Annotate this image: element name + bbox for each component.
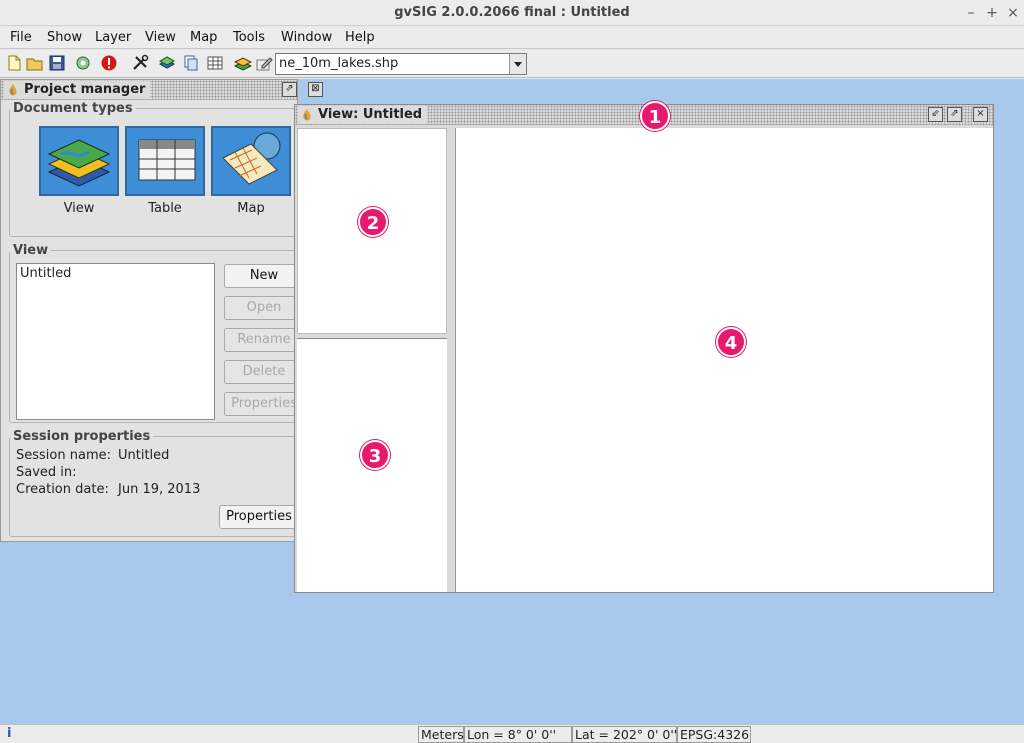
new-project-icon[interactable] (5, 54, 23, 72)
table-doc-icon (138, 139, 196, 181)
new-button[interactable]: New (224, 264, 304, 288)
doc-type-map[interactable] (211, 126, 291, 196)
layers-icon[interactable] (234, 54, 252, 72)
toolbar: ne_10m_lakes.shp (0, 50, 1024, 78)
saved-in-label: Saved in: (16, 465, 77, 480)
project-manager-title-group: Project manager (4, 81, 151, 99)
restore-icon[interactable]: ⇙ (928, 107, 943, 122)
menu-file[interactable]: File (10, 30, 32, 45)
menu-layer[interactable]: Layer (95, 30, 131, 45)
list-item[interactable]: Untitled (20, 266, 211, 281)
project-manager-title: Project manager (24, 82, 146, 97)
session-properties-legend: Session properties (13, 429, 151, 444)
minimize-button[interactable]: – (962, 4, 980, 22)
map-doc-icon (222, 132, 281, 185)
maximize-button[interactable]: + (983, 4, 1001, 22)
view-properties-button[interactable]: Properties (224, 392, 304, 416)
project-manager-close-button[interactable]: ⊠ (308, 82, 323, 97)
marker-1: 1 (640, 101, 670, 131)
creation-date-label: Creation date: (16, 482, 109, 497)
close-button[interactable]: × (1004, 4, 1022, 22)
latitude-status: Lat = 202° 0' 0'' (572, 726, 677, 743)
map-canvas[interactable] (455, 128, 993, 592)
project-manager-titlebar[interactable]: Project manager ⇗ × (1, 80, 297, 100)
add-layer-icon[interactable] (158, 54, 176, 72)
doc-type-table[interactable] (125, 126, 205, 196)
edit-icon[interactable] (255, 54, 273, 72)
open-button[interactable]: Open (224, 296, 304, 320)
session-name-value: Untitled (118, 448, 170, 463)
tools-icon[interactable] (131, 54, 149, 72)
session-name-label: Session name: (16, 448, 111, 463)
maximize-icon[interactable]: ⇗ (947, 107, 962, 122)
view-list[interactable]: Untitled (16, 263, 215, 420)
layer-select-value: ne_10m_lakes.shp (279, 56, 399, 71)
settings-icon[interactable] (74, 54, 92, 72)
view-window-title: View: Untitled (318, 107, 423, 122)
longitude-status: Lon = 8° 0' 0'' (464, 726, 572, 743)
crs-status: EPSG:4326 (677, 726, 751, 743)
statusbar: i Meters Lon = 8° 0' 0'' Lat = 202° 0' 0… (0, 724, 1024, 743)
error-icon[interactable] (100, 54, 118, 72)
view-window-title-group: View: Untitled (298, 106, 428, 124)
units-status: Meters (418, 726, 464, 743)
creation-date-value: Jun 19, 2013 (118, 482, 201, 497)
menu-help[interactable]: Help (345, 30, 375, 45)
menubar: File Show Layer View Map Tools Window He… (0, 27, 1024, 49)
view-legend: View (13, 243, 49, 258)
copy-icon[interactable] (182, 54, 200, 72)
marker-2: 2 (358, 207, 388, 237)
view-window: View: Untitled ⇙ ⇗ × (294, 104, 994, 593)
project-manager-window: Project manager ⇗ × ⊠ Document types Vie… (0, 79, 323, 542)
maximize-icon[interactable]: ⇗ (282, 82, 297, 97)
close-icon[interactable]: × (973, 107, 988, 122)
marker-4: 4 (716, 327, 746, 357)
marker-3: 3 (360, 440, 390, 470)
window-title: gvSIG 2.0.0.2066 final : Untitled (394, 5, 630, 20)
menu-map[interactable]: Map (190, 30, 217, 45)
menu-window[interactable]: Window (281, 30, 332, 45)
doc-type-map-label: Map (237, 201, 265, 216)
doc-type-view[interactable] (39, 126, 119, 196)
layer-select[interactable]: ne_10m_lakes.shp (275, 53, 527, 75)
menu-show[interactable]: Show (47, 30, 82, 45)
chevron-down-icon[interactable] (509, 54, 526, 74)
menu-view[interactable]: View (145, 30, 176, 45)
gvsig-logo-icon (9, 84, 17, 96)
menu-tools[interactable]: Tools (233, 30, 265, 45)
table-icon[interactable] (206, 54, 224, 72)
session-properties-button[interactable]: Properties (219, 505, 299, 529)
document-types-legend: Document types (13, 101, 133, 116)
delete-button[interactable]: Delete (224, 360, 304, 384)
rename-button[interactable]: Rename (224, 328, 304, 352)
doc-type-table-label: Table (148, 201, 182, 216)
doc-type-view-label: View (63, 201, 95, 216)
info-icon[interactable]: i (7, 726, 11, 741)
gvsig-logo-icon (303, 109, 311, 121)
save-project-icon[interactable] (48, 54, 66, 72)
window-titlebar: gvSIG 2.0.0.2066 final : Untitled – + × (0, 0, 1024, 26)
open-project-icon[interactable] (26, 54, 44, 72)
view-doc-icon (47, 139, 111, 187)
